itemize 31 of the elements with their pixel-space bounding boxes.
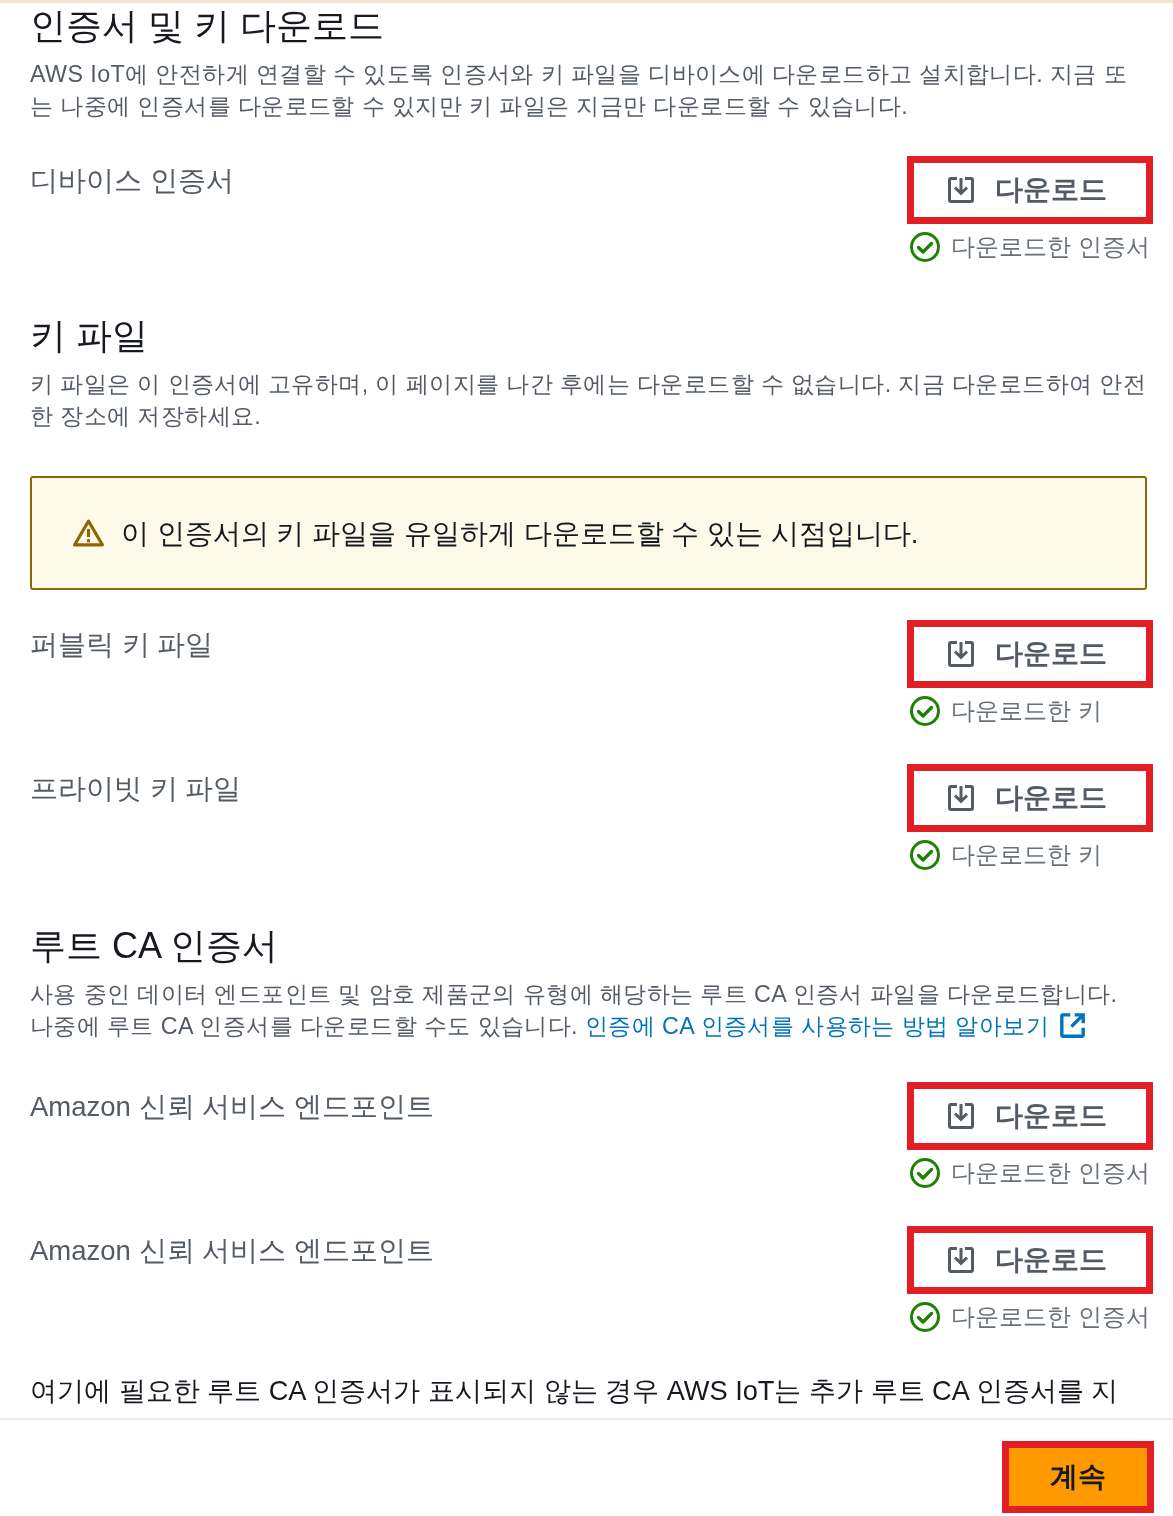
file-label: 프라이빗 키 파일 xyxy=(30,772,242,806)
file-label: 디바이스 인증서 xyxy=(30,164,234,198)
section-description: AWS IoT에 안전하게 연결할 수 있도록 인증서와 키 파일을 디바이스에 다운로드하고 설치합니다. 지금 또는 나중에 인증서를 다운로드할 수 있지만 키 파일은 지금만 다운로드할 수 있습니다. xyxy=(30,60,1129,121)
note-text: 여기에 필요한 루트 CA 인증서가 표시되지 않는 경우 AWS IoT는 추가 루트 CA 인증서를 지 xyxy=(30,1374,1120,1408)
download-button[interactable]: 다운로드 xyxy=(907,620,1153,688)
download-icon xyxy=(947,176,975,204)
file-label: Amazon 신뢰 서비스 엔드포인트 xyxy=(30,1090,434,1124)
download-icon xyxy=(947,784,975,812)
continue-button[interactable]: 계속 xyxy=(1002,1441,1154,1513)
file-label: Amazon 신뢰 서비스 엔드포인트 xyxy=(30,1234,434,1268)
status-text: 다운로드한 인증서 xyxy=(951,233,1150,262)
download-button[interactable]: 다운로드 xyxy=(907,156,1153,224)
section-description: 키 파일은 이 인증서에 고유하며, 이 페이지를 나간 후에는 다운로드할 수 없습니다. 지금 다운로드하여 안전한 장소에 저장하세요. xyxy=(30,370,1147,431)
alert-message: 이 인증서의 키 파일을 유일하게 다운로드할 수 있는 시점입니다. xyxy=(121,516,919,551)
status-text: 다운로드한 인증서 xyxy=(951,1159,1150,1188)
status-text: 다운로드한 인증서 xyxy=(951,1303,1150,1332)
section-heading: 인증서 및 키 다운로드 xyxy=(30,4,385,48)
download-icon xyxy=(947,640,975,668)
section-description: 사용 중인 데이터 엔드포인트 및 암호 제품군의 유형에 해당하는 루트 CA 인증서 파일을 다운로드합니다. 나중에 루트 CA 인증서를 다운로드할 수도 있습니다. 인증에 CA 인증서를 사용하는 방법 알아보기 xyxy=(30,980,1119,1041)
section-heading: 루트 CA 인증서 xyxy=(30,924,280,968)
download-button[interactable]: 다운로드 xyxy=(907,764,1153,832)
download-icon xyxy=(947,1102,975,1130)
section-heading: 키 파일 xyxy=(30,314,149,358)
warning-icon xyxy=(72,518,105,548)
learn-more-link[interactable]: 인증에 CA 인증서를 사용하는 방법 알아보기 xyxy=(584,1012,1086,1039)
download-button[interactable]: 다운로드 xyxy=(907,1082,1153,1150)
download-icon xyxy=(947,1246,975,1274)
status-text: 다운로드한 키 xyxy=(951,841,1102,870)
file-label: 퍼블릭 키 파일 xyxy=(30,628,214,662)
status-text: 다운로드한 키 xyxy=(951,697,1102,726)
download-button[interactable]: 다운로드 xyxy=(907,1226,1153,1294)
